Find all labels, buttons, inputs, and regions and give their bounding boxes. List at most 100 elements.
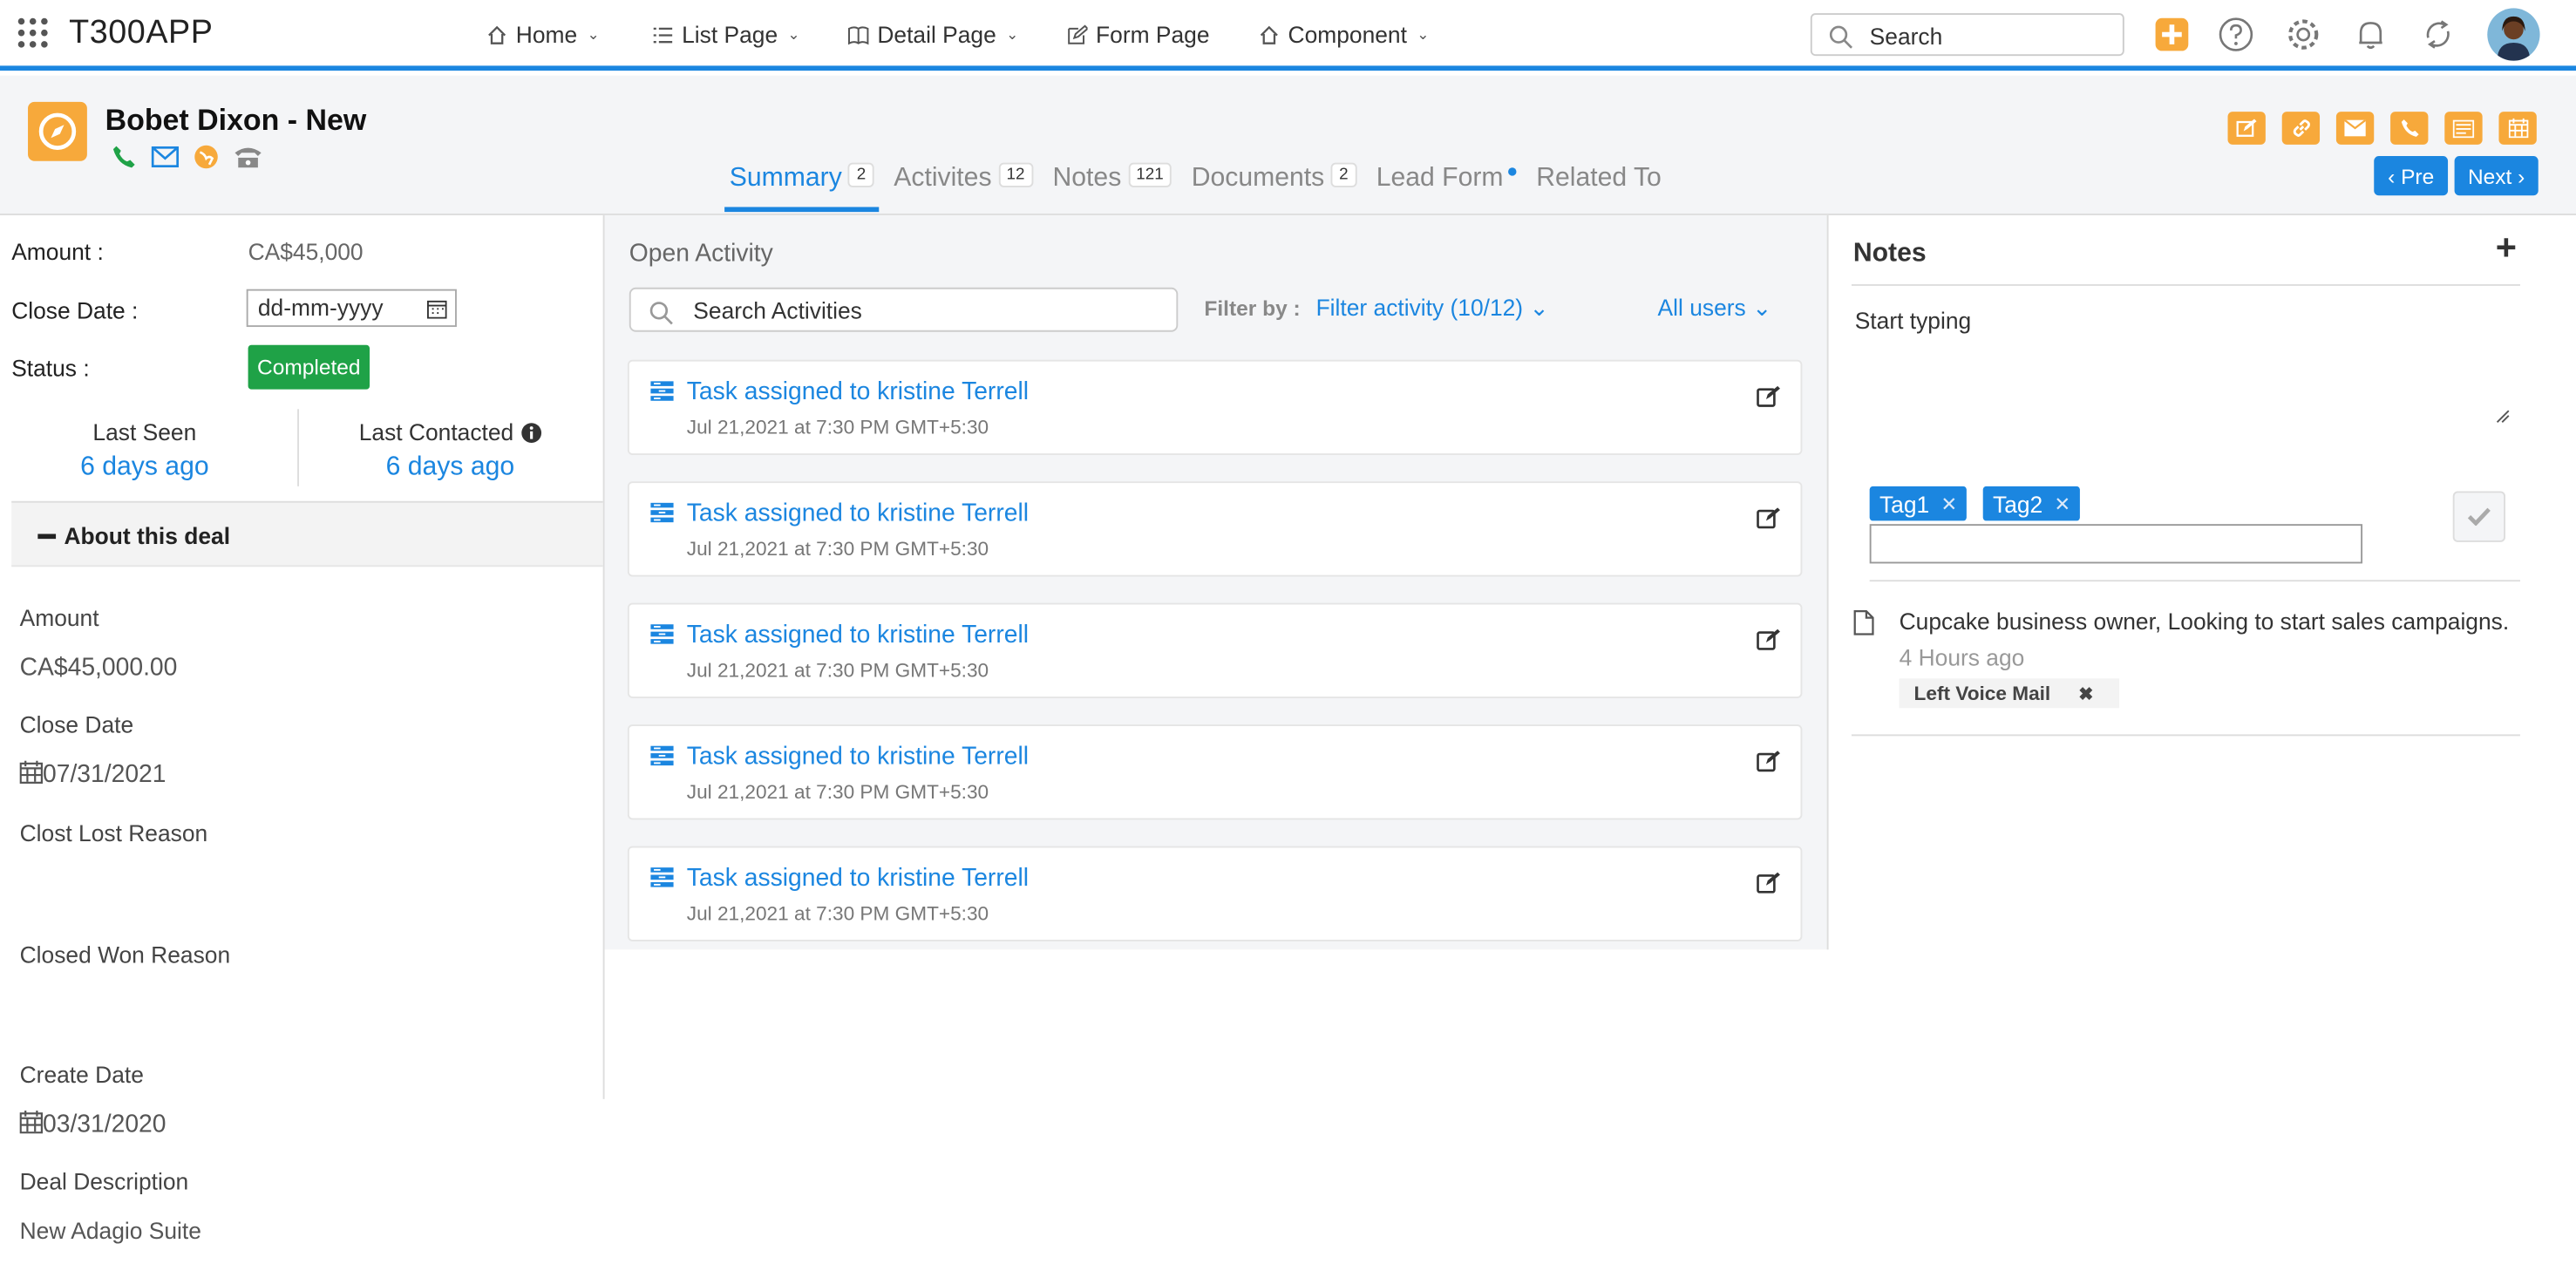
tab-summary-label: Summary	[729, 164, 842, 193]
next-record-button[interactable]: Next ›	[2454, 156, 2539, 196]
edit-icon[interactable]	[1757, 749, 1781, 772]
chevron-down-icon: ⌄	[587, 25, 600, 43]
phone-icon	[2400, 119, 2418, 137]
activity-title[interactable]: Task assigned to kristine Terrell	[687, 621, 1029, 649]
calendar-action-button[interactable]	[2498, 112, 2537, 145]
close-date-placeholder: dd-mm-yyyy	[257, 294, 384, 321]
edit-icon[interactable]	[1757, 628, 1781, 650]
activity-card[interactable]: Task assigned to kristine Terrell Jul 21…	[627, 602, 1803, 698]
help-icon[interactable]	[2218, 17, 2253, 52]
filter-activity-dropdown[interactable]: Filter activity (10/12) ⌄	[1316, 294, 1549, 322]
contact-icons	[112, 145, 262, 169]
phone-icon[interactable]	[112, 145, 136, 169]
gear-icon[interactable]	[2285, 17, 2321, 52]
activity-title[interactable]: Task assigned to kristine Terrell	[687, 864, 1029, 892]
edit-icon	[1068, 24, 1088, 44]
tab-documents-label: Documents	[1191, 164, 1325, 193]
field-label: Close Date	[19, 711, 134, 738]
nav-form-page[interactable]: Form Page	[1066, 21, 1210, 48]
activity-title[interactable]: Task assigned to kristine Terrell	[687, 499, 1029, 527]
activity-card[interactable]: Task assigned to kristine Terrell Jul 21…	[627, 724, 1803, 820]
resize-handle-icon[interactable]	[2496, 409, 2511, 424]
info-icon[interactable]	[520, 422, 541, 443]
app-launcher-icon[interactable]	[17, 17, 51, 51]
note-label: Left Voice Mail	[1913, 682, 2051, 705]
last-contacted-value: 6 days ago	[385, 453, 515, 482]
tab-documents[interactable]: Documents 2	[1186, 162, 1362, 212]
link-action-button[interactable]	[2281, 112, 2321, 145]
search-icon	[1829, 25, 1852, 49]
mail-icon[interactable]	[151, 145, 179, 169]
sync-icon[interactable]	[2420, 17, 2456, 52]
activity-search-input[interactable]: Search Activities	[629, 287, 1179, 332]
about-deal-label: About this deal	[64, 522, 231, 549]
calendar-icon[interactable]	[426, 299, 447, 319]
nav-detail-page[interactable]: Detail Page ⌄	[847, 21, 1018, 48]
divider	[1851, 734, 2520, 737]
save-note-button[interactable]	[2452, 491, 2506, 542]
search-placeholder: Search	[1869, 23, 1943, 50]
status-badge[interactable]: Completed	[248, 344, 370, 390]
activity-card[interactable]: Task assigned to kristine Terrell Jul 21…	[627, 846, 1803, 941]
tab-notes[interactable]: Notes 121	[1048, 162, 1177, 212]
notes-panel: Notes + Start typing Tag1 ✕ Tag2 ✕ Cupcake…	[1829, 215, 2576, 949]
tab-count-badge: 121	[1127, 162, 1172, 187]
tab-related-to-label: Related To	[1536, 164, 1662, 193]
activity-search-placeholder: Search Activities	[693, 297, 862, 324]
record-actions	[2227, 112, 2537, 145]
field-value: CA$45,000.00	[19, 654, 178, 683]
nav-component[interactable]: Component ⌄	[1259, 21, 1429, 48]
record-tabs: Summary 2 Activites 12 Notes 121 Documents 2…	[724, 162, 1676, 213]
edit-icon[interactable]	[1757, 506, 1781, 529]
note-action-button[interactable]	[2444, 112, 2483, 145]
telephone-icon[interactable]	[234, 145, 263, 169]
activity-date: Jul 21,2021 at 7:30 PM GMT+5:30	[686, 901, 989, 926]
tag-chip[interactable]: Tag2 ✕	[1982, 486, 2081, 521]
about-deal-toggle[interactable]: About this deal	[11, 500, 603, 567]
activity-card[interactable]: Task assigned to kristine Terrell Jul 21…	[627, 481, 1803, 577]
field-value: 07/31/2021	[42, 760, 167, 789]
nav-form-page-label: Form Page	[1096, 21, 1210, 48]
note-label-chip[interactable]: Left Voice Mail ✖	[1899, 678, 2120, 709]
add-icon[interactable]	[2155, 17, 2189, 51]
prev-record-button[interactable]: ‹ Pre	[2374, 156, 2449, 196]
add-note-button[interactable]: +	[2496, 227, 2517, 269]
close-date-input[interactable]: dd-mm-yyyy	[246, 289, 457, 328]
nav-detail-page-label: Detail Page	[877, 21, 996, 48]
field-label: Amount	[19, 604, 99, 631]
divider	[1869, 580, 2520, 582]
edit-icon[interactable]	[1757, 384, 1781, 407]
last-seen-label: Last Seen	[92, 418, 197, 445]
app-brand[interactable]: T300APP	[69, 15, 213, 52]
avatar[interactable]	[2487, 8, 2540, 61]
edit-action-button[interactable]	[2227, 112, 2266, 145]
edit-icon[interactable]	[1757, 871, 1781, 894]
nav-home[interactable]: Home ⌄	[486, 21, 600, 48]
field-value-row: 03/31/2020	[19, 1110, 166, 1138]
call-action-button[interactable]	[2390, 112, 2429, 145]
activity-card[interactable]: Task assigned to kristine Terrell Jul 21…	[627, 359, 1803, 456]
bell-icon[interactable]	[2353, 17, 2389, 52]
tab-related-to[interactable]: Related To	[1532, 164, 1667, 212]
remove-tag-icon[interactable]: ✕	[1940, 492, 1957, 514]
note-text: Cupcake business owner, Looking to start…	[1899, 608, 2510, 635]
chevron-down-icon: ⌄	[1752, 294, 1772, 321]
remove-label-icon[interactable]: ✖	[2078, 683, 2093, 704]
email-action-button[interactable]	[2335, 112, 2375, 145]
tab-notes-label: Notes	[1052, 164, 1122, 193]
users-dropdown[interactable]: All users ⌄	[1658, 294, 1772, 322]
tag-chip[interactable]: Tag1 ✕	[1869, 486, 1968, 521]
nav-list-page[interactable]: List Page ⌄	[652, 21, 800, 48]
note-editor[interactable]: Start typing	[1855, 307, 1971, 333]
tab-lead-form[interactable]: Lead Form	[1371, 164, 1521, 212]
tag-input[interactable]	[1869, 524, 2363, 564]
activity-title[interactable]: Task assigned to kristine Terrell	[687, 743, 1029, 771]
tag-label: Tag2	[1993, 490, 2043, 517]
globe-icon[interactable]	[194, 145, 218, 169]
activity-title[interactable]: Task assigned to kristine Terrell	[687, 377, 1029, 405]
tab-summary[interactable]: Summary 2	[724, 162, 880, 213]
remove-tag-icon[interactable]: ✕	[2054, 492, 2070, 514]
activity-panel: Open Activity Search Activities Filter b…	[604, 214, 1829, 950]
global-search-input[interactable]: Search	[1810, 13, 2124, 57]
tab-activites[interactable]: Activites 12	[889, 162, 1038, 212]
